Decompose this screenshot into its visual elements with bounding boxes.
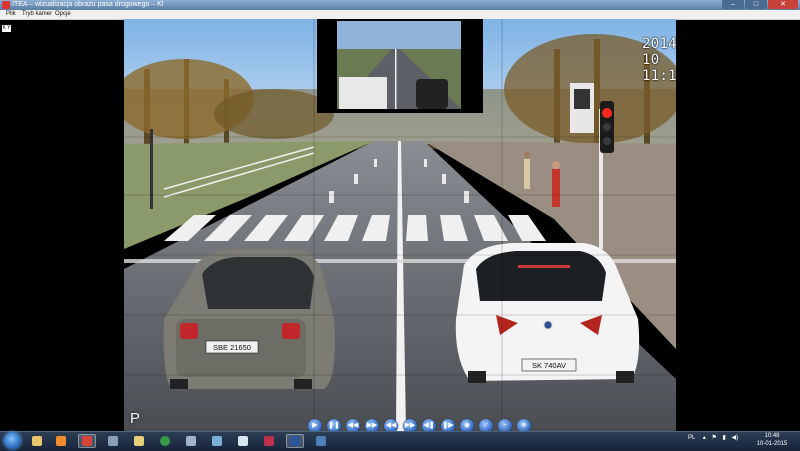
media-player-icon[interactable] bbox=[52, 434, 70, 448]
folder-icon[interactable] bbox=[130, 434, 148, 448]
pip-view bbox=[317, 19, 483, 113]
itea-app-icon[interactable] bbox=[78, 434, 96, 448]
volume-icon[interactable]: ◀) bbox=[732, 435, 739, 441]
app-icon bbox=[2, 1, 10, 9]
language-indicator[interactable]: PL bbox=[688, 435, 695, 441]
white-car-plate: SK 740AV bbox=[532, 361, 566, 370]
video-icon[interactable] bbox=[312, 434, 330, 448]
flag-icon[interactable]: ⚑ bbox=[711, 435, 716, 441]
window-title-bar: ITEA – wizualizacja obrazu pasa drogoweg… bbox=[0, 0, 800, 10]
network-tray-icon[interactable]: ▮ bbox=[723, 435, 726, 441]
menu-tryb-kamer[interactable]: Tryb kamer bbox=[22, 10, 52, 19]
tools-icon[interactable] bbox=[104, 434, 122, 448]
network-icon[interactable] bbox=[182, 434, 200, 448]
window-title: ITEA – wizualizacja obrazu pasa drogoweg… bbox=[12, 1, 164, 8]
clock-date: 10-01-2015 bbox=[756, 441, 788, 447]
camera-timestamp: 2014-11-10 11:12:55 bbox=[642, 36, 676, 84]
white-car: SK 740AV bbox=[455, 243, 640, 383]
close-button[interactable]: ✕ bbox=[768, 0, 798, 9]
tray-arrow-icon[interactable]: ▴ bbox=[703, 435, 706, 441]
system-tray: PL ▴ ⚑ ▮ ◀) bbox=[688, 434, 738, 441]
clock[interactable]: 10:48 10-01-2015 bbox=[752, 432, 792, 448]
mode-letter: P bbox=[130, 410, 141, 427]
start-button[interactable] bbox=[4, 432, 21, 449]
menu-plik[interactable]: Plik bbox=[6, 10, 16, 19]
clock-time: 10:48 bbox=[764, 433, 780, 439]
explorer-icon[interactable] bbox=[28, 434, 46, 448]
camera-view: SBE 21650 SK 740AV 2014 10 11:1 bbox=[124, 19, 676, 431]
menu-opcje[interactable]: Opcje bbox=[55, 10, 71, 19]
pdf-reader-icon[interactable] bbox=[260, 434, 278, 448]
grey-car-plate: SBE 21650 bbox=[213, 343, 251, 352]
minimize-button[interactable]: – bbox=[722, 0, 744, 9]
word-icon[interactable] bbox=[286, 434, 304, 448]
camera-scene: SBE 21650 SK 740AV bbox=[124, 19, 676, 431]
document-icon[interactable] bbox=[234, 434, 252, 448]
chrome-icon[interactable] bbox=[156, 434, 174, 448]
store-icon[interactable] bbox=[208, 434, 226, 448]
side-code-label: K Y bbox=[2, 25, 11, 32]
maximize-button[interactable]: □ bbox=[745, 0, 767, 9]
